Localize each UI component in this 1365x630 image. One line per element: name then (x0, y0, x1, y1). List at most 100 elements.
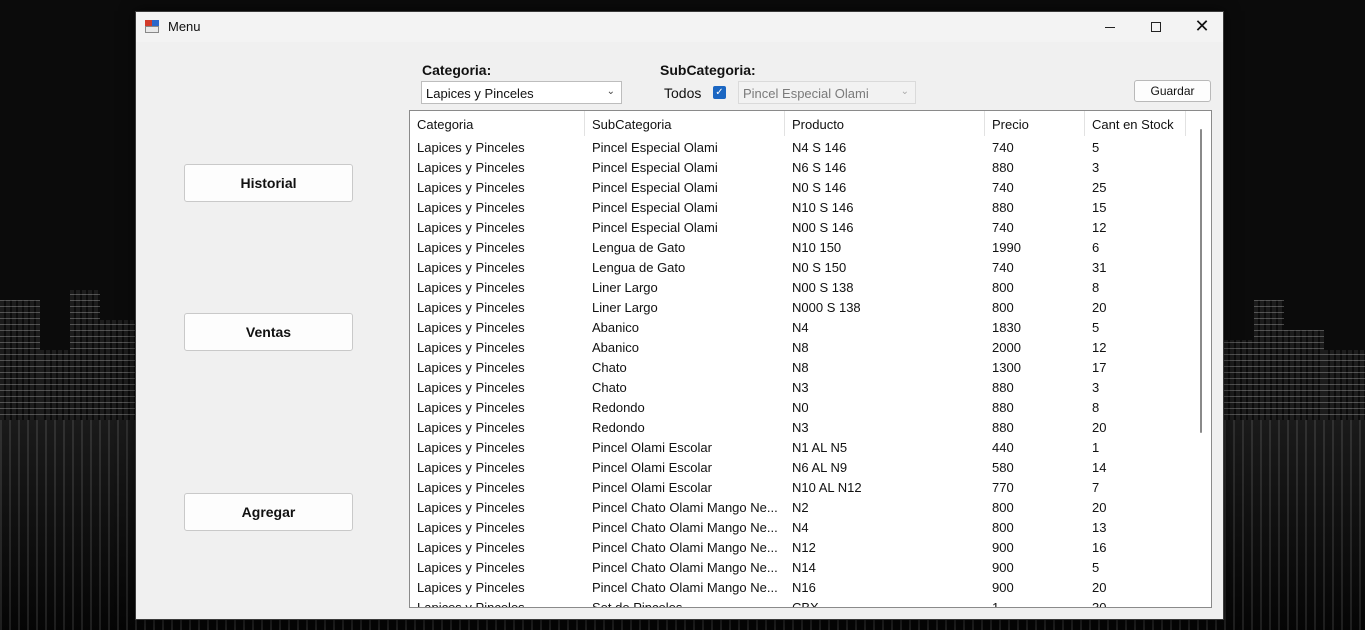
cell-precio[interactable]: 800 (985, 277, 1085, 297)
cell-precio[interactable]: 880 (985, 197, 1085, 217)
cell-precio[interactable]: 800 (985, 517, 1085, 537)
cell-precio[interactable]: 880 (985, 377, 1085, 397)
cell-stock[interactable]: 3 (1085, 377, 1186, 397)
cell-categoria[interactable]: Lapices y Pinceles (410, 357, 585, 377)
table-row[interactable]: Lapices y Pinceles Set de Pinceles CBX 1 30 (410, 597, 1186, 607)
ventas-button[interactable]: Ventas (184, 313, 353, 351)
cell-precio[interactable]: 900 (985, 577, 1085, 597)
close-button[interactable]: ✕ (1179, 12, 1225, 42)
cell-producto[interactable]: N4 (785, 317, 985, 337)
cell-producto[interactable]: N6 AL N9 (785, 457, 985, 477)
cell-subcategoria[interactable]: Pincel Olami Escolar (585, 477, 785, 497)
cell-precio[interactable]: 740 (985, 177, 1085, 197)
cell-precio[interactable]: 740 (985, 257, 1085, 277)
cell-precio[interactable]: 880 (985, 397, 1085, 417)
cell-producto[interactable]: N3 (785, 417, 985, 437)
table-row[interactable]: Lapices y Pinceles Pincel Chato Olami Man… (410, 497, 1186, 517)
cell-producto[interactable]: N0 S 146 (785, 177, 985, 197)
cell-stock[interactable]: 20 (1085, 497, 1186, 517)
cell-precio[interactable]: 1300 (985, 357, 1085, 377)
table-row[interactable]: Lapices y Pinceles Redondo N3 880 20 (410, 417, 1186, 437)
table-row[interactable]: Lapices y Pinceles Lengua de Gato N0 S 150… (410, 257, 1186, 277)
table-row[interactable]: Lapices y Pinceles Pincel Olami Escolar N6… (410, 457, 1186, 477)
cell-stock[interactable]: 30 (1085, 597, 1186, 607)
cell-precio[interactable]: 1 (985, 597, 1085, 607)
cell-stock[interactable]: 5 (1085, 557, 1186, 577)
cell-categoria[interactable]: Lapices y Pinceles (410, 297, 585, 317)
cell-categoria[interactable]: Lapices y Pinceles (410, 597, 585, 607)
subcategoria-select[interactable]: Pincel Especial Olami ⌄ (738, 81, 916, 104)
cell-producto[interactable]: N10 150 (785, 237, 985, 257)
cell-stock[interactable]: 17 (1085, 357, 1186, 377)
cell-categoria[interactable]: Lapices y Pinceles (410, 337, 585, 357)
cell-categoria[interactable]: Lapices y Pinceles (410, 277, 585, 297)
table-row[interactable]: Lapices y Pinceles Pincel Chato Olami Man… (410, 557, 1186, 577)
cell-categoria[interactable]: Lapices y Pinceles (410, 417, 585, 437)
cell-categoria[interactable]: Lapices y Pinceles (410, 137, 585, 157)
cell-producto[interactable]: N14 (785, 557, 985, 577)
cell-producto[interactable]: N0 (785, 397, 985, 417)
cell-subcategoria[interactable]: Pincel Chato Olami Mango Ne... (585, 497, 785, 517)
cell-categoria[interactable]: Lapices y Pinceles (410, 477, 585, 497)
products-grid[interactable]: Categoria SubCategoria Producto Precio C… (409, 110, 1212, 608)
cell-subcategoria[interactable]: Pincel Especial Olami (585, 217, 785, 237)
cell-stock[interactable]: 1 (1085, 437, 1186, 457)
cell-categoria[interactable]: Lapices y Pinceles (410, 537, 585, 557)
cell-precio[interactable]: 1830 (985, 317, 1085, 337)
table-row[interactable]: Lapices y Pinceles Chato N3 880 3 (410, 377, 1186, 397)
table-row[interactable]: Lapices y Pinceles Lengua de Gato N10 150 1… (410, 237, 1186, 257)
vertical-scrollbar[interactable] (1200, 129, 1202, 433)
cell-producto[interactable]: N4 (785, 517, 985, 537)
cell-stock[interactable]: 20 (1085, 417, 1186, 437)
table-row[interactable]: Lapices y Pinceles Chato N8 1300 17 (410, 357, 1186, 377)
table-row[interactable]: Lapices y Pinceles Pincel Olami Escolar N1… (410, 437, 1186, 457)
cell-precio[interactable]: 2000 (985, 337, 1085, 357)
cell-precio[interactable]: 440 (985, 437, 1085, 457)
cell-subcategoria[interactable]: Abanico (585, 337, 785, 357)
table-row[interactable]: Lapices y Pinceles Liner Largo N000 S 138 8… (410, 297, 1186, 317)
cell-producto[interactable]: N12 (785, 537, 985, 557)
agregar-button[interactable]: Agregar (184, 493, 353, 531)
cell-subcategoria[interactable]: Chato (585, 357, 785, 377)
cell-subcategoria[interactable]: Pincel Especial Olami (585, 157, 785, 177)
cell-producto[interactable]: N00 S 138 (785, 277, 985, 297)
cell-stock[interactable]: 13 (1085, 517, 1186, 537)
cell-stock[interactable]: 20 (1085, 297, 1186, 317)
table-row[interactable]: Lapices y Pinceles Abanico N4 1830 5 (410, 317, 1186, 337)
cell-stock[interactable]: 8 (1085, 397, 1186, 417)
cell-categoria[interactable]: Lapices y Pinceles (410, 557, 585, 577)
cell-stock[interactable]: 25 (1085, 177, 1186, 197)
column-header-categoria[interactable]: Categoria (410, 111, 585, 136)
cell-stock[interactable]: 8 (1085, 277, 1186, 297)
title-bar[interactable]: Menu ✕ (136, 12, 1223, 42)
cell-producto[interactable]: CBX (785, 597, 985, 607)
cell-precio[interactable]: 770 (985, 477, 1085, 497)
table-row[interactable]: Lapices y Pinceles Redondo N0 880 8 (410, 397, 1186, 417)
cell-categoria[interactable]: Lapices y Pinceles (410, 497, 585, 517)
column-header-cant-en-stock[interactable]: Cant en Stock (1085, 111, 1186, 136)
cell-producto[interactable]: N1 AL N5 (785, 437, 985, 457)
table-row[interactable]: Lapices y Pinceles Pincel Chato Olami Man… (410, 577, 1186, 597)
cell-stock[interactable]: 6 (1085, 237, 1186, 257)
cell-stock[interactable]: 7 (1085, 477, 1186, 497)
cell-categoria[interactable]: Lapices y Pinceles (410, 157, 585, 177)
cell-categoria[interactable]: Lapices y Pinceles (410, 257, 585, 277)
cell-subcategoria[interactable]: Redondo (585, 397, 785, 417)
cell-producto[interactable]: N0 S 150 (785, 257, 985, 277)
cell-subcategoria[interactable]: Pincel Chato Olami Mango Ne... (585, 537, 785, 557)
column-header-subcategoria[interactable]: SubCategoria (585, 111, 785, 136)
historial-button[interactable]: Historial (184, 164, 353, 202)
table-row[interactable]: Lapices y Pinceles Pincel Olami Escolar N1… (410, 477, 1186, 497)
cell-subcategoria[interactable]: Redondo (585, 417, 785, 437)
cell-precio[interactable]: 800 (985, 297, 1085, 317)
cell-categoria[interactable]: Lapices y Pinceles (410, 437, 585, 457)
cell-producto[interactable]: N4 S 146 (785, 137, 985, 157)
cell-stock[interactable]: 5 (1085, 137, 1186, 157)
maximize-button[interactable] (1133, 12, 1179, 42)
cell-precio[interactable]: 740 (985, 217, 1085, 237)
column-header-producto[interactable]: Producto (785, 111, 985, 136)
cell-categoria[interactable]: Lapices y Pinceles (410, 577, 585, 597)
cell-producto[interactable]: N3 (785, 377, 985, 397)
cell-producto[interactable]: N2 (785, 497, 985, 517)
cell-subcategoria[interactable]: Chato (585, 377, 785, 397)
